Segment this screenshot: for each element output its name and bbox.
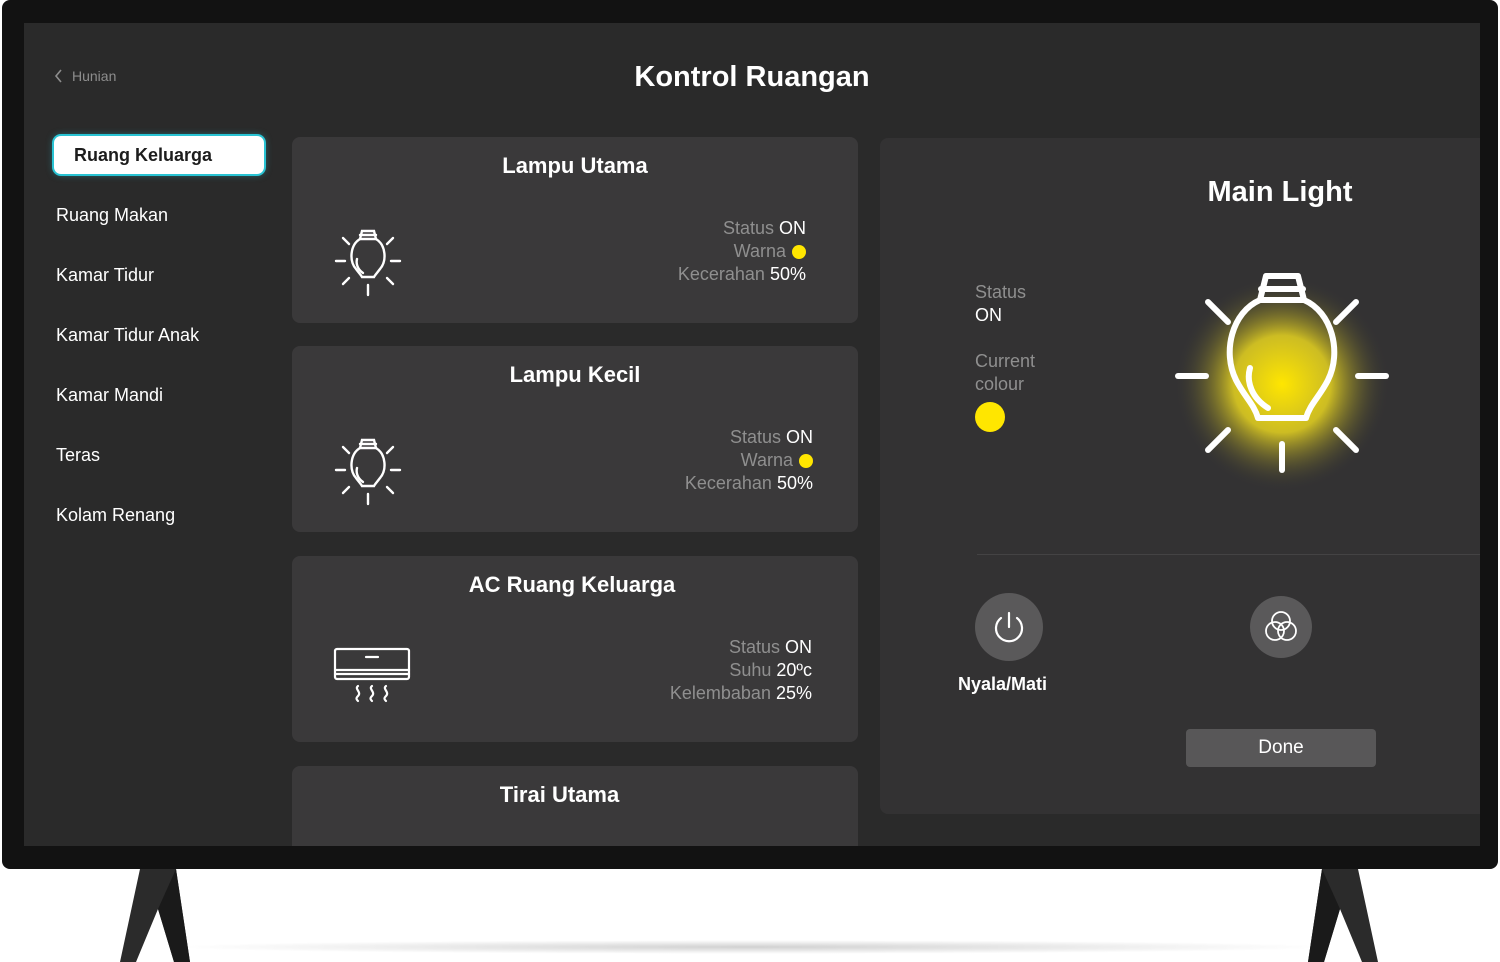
device-card-lampu-utama[interactable]: Lampu Utama Status ON Warna Kecerahan 50… xyxy=(292,137,858,323)
power-icon xyxy=(994,611,1024,643)
temperature-label: Suhu xyxy=(729,660,772,680)
detail-divider xyxy=(977,554,1480,555)
colour-circles-icon xyxy=(1265,611,1297,641)
light-bulb-icon xyxy=(334,438,402,506)
floor-shadow xyxy=(170,940,1330,954)
device-card-lampu-kecil[interactable]: Lampu Kecil Status ON Warna Kecerahan 50… xyxy=(292,346,858,532)
device-title: Tirai Utama xyxy=(499,782,620,807)
room-sidebar: Ruang Keluarga Ruang Makan Kamar Tidur K… xyxy=(54,136,270,556)
device-stats: Status ON Warna Kecerahan 50% xyxy=(685,426,813,495)
status-label: Status xyxy=(729,427,781,447)
colour-picker-button[interactable] xyxy=(1250,596,1312,658)
page-title: Kontrol Ruangan xyxy=(634,61,870,93)
humidity-label: Kelembaban xyxy=(669,683,771,703)
sidebar-item-kamar-mandi[interactable]: Kamar Mandi xyxy=(54,376,270,414)
brightness-value: 50% xyxy=(776,473,813,493)
status-value: ON xyxy=(785,637,812,657)
status-value: ON xyxy=(786,427,813,447)
brightness-label: Kecerahan xyxy=(684,473,772,493)
device-card-tirai-utama[interactable]: Tirai Utama xyxy=(292,766,858,846)
status-label: Status xyxy=(728,637,780,657)
detail-colour-label-2: colour xyxy=(975,374,1025,394)
color-label: Warna xyxy=(733,241,786,261)
air-conditioner-icon xyxy=(333,647,411,703)
main-light-bulb-icon xyxy=(1174,273,1390,492)
light-bulb-icon xyxy=(334,229,402,297)
device-card-ac-ruang-keluarga[interactable]: AC Ruang Keluarga Status ON Suhu 20ºc Ke… xyxy=(292,556,858,742)
device-title: Lampu Utama xyxy=(502,153,648,178)
status-label: Status xyxy=(722,218,774,238)
device-stats: Status ON Warna Kecerahan 50% xyxy=(678,217,806,286)
device-stats: Status ON Suhu 20ºc Kelembaban 25% xyxy=(670,636,812,705)
humidity-value: 25% xyxy=(775,683,812,703)
detail-title: Main Light xyxy=(1207,176,1353,208)
color-swatch xyxy=(792,245,806,260)
done-button[interactable]: Done xyxy=(1186,729,1376,767)
color-swatch xyxy=(799,454,813,469)
temperature-value: 20ºc xyxy=(776,660,812,680)
power-toggle-button[interactable] xyxy=(975,593,1043,661)
sidebar-item-kolam-renang[interactable]: Kolam Renang xyxy=(54,496,270,534)
device-title: AC Ruang Keluarga xyxy=(468,572,676,597)
device-title: Lampu Kecil xyxy=(509,362,641,387)
sidebar-item-ruang-keluarga[interactable]: Ruang Keluarga xyxy=(54,136,264,174)
sidebar-item-teras[interactable]: Teras xyxy=(54,436,270,474)
detail-status-label: Status xyxy=(975,282,1027,302)
brightness-label: Kecerahan xyxy=(677,264,765,284)
power-toggle-label: Nyala/Mati xyxy=(958,674,1048,694)
detail-colour-label: Current xyxy=(975,351,1036,371)
detail-colour-swatch xyxy=(975,402,1005,432)
sidebar-item-kamar-tidur-anak[interactable]: Kamar Tidur Anak xyxy=(54,316,270,354)
color-label: Warna xyxy=(740,450,793,470)
sidebar-item-ruang-makan[interactable]: Ruang Makan xyxy=(54,196,270,234)
sidebar-item-kamar-tidur[interactable]: Kamar Tidur xyxy=(54,256,270,294)
status-value: ON xyxy=(779,218,806,238)
detail-status-value: ON xyxy=(975,305,1002,325)
device-detail-panel: Main Light Status ON Current colour Nyal… xyxy=(880,138,1480,814)
tv-frame: Hunian Kontrol Ruangan Ruang Keluarga Ru… xyxy=(2,0,1498,869)
tv-screen: Hunian Kontrol Ruangan Ruang Keluarga Ru… xyxy=(24,23,1480,846)
brightness-value: 50% xyxy=(769,264,806,284)
